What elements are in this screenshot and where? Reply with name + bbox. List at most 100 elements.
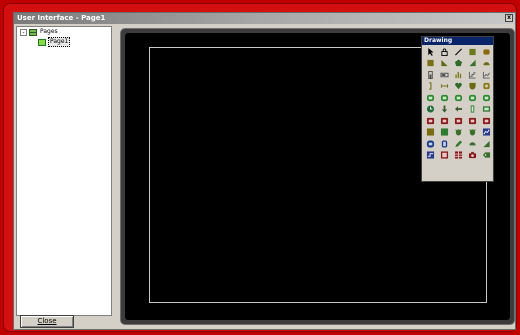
arc-tool[interactable] — [479, 58, 493, 70]
down-arrow-icon — [441, 105, 447, 113]
close-button-label: Close — [37, 317, 57, 325]
rectangle-tool[interactable] — [465, 46, 479, 58]
collapse-icon[interactable]: - — [20, 28, 27, 36]
square-icon — [426, 60, 434, 67]
alarm-tool[interactable] — [437, 150, 451, 162]
button-b-tool[interactable] — [437, 115, 451, 127]
table-tool[interactable] — [451, 150, 465, 162]
tag-icon — [482, 152, 490, 158]
dimension-tool[interactable] — [437, 81, 451, 93]
indicator-d-tool[interactable] — [465, 92, 479, 104]
polygon-tool[interactable] — [451, 58, 465, 70]
pages-icon — [29, 28, 37, 36]
rounded-rectangle-tool[interactable] — [479, 46, 493, 58]
tree-node-page1[interactable]: Page1 — [38, 37, 71, 47]
trend-icon — [426, 151, 434, 159]
page-icon — [38, 38, 46, 46]
camera-tool[interactable] — [465, 150, 479, 162]
gauge-tool[interactable] — [437, 69, 451, 81]
indicator-icon — [426, 94, 434, 101]
block-b-tool[interactable] — [437, 127, 451, 139]
stepped-chart-icon — [468, 71, 476, 79]
tag-tool[interactable] — [479, 150, 493, 162]
bar-chart-icon — [454, 71, 461, 78]
left-arrow-icon — [454, 106, 462, 112]
indicator-b-tool[interactable] — [437, 92, 451, 104]
arrow-pointer-icon — [427, 47, 434, 56]
bug-a-tool[interactable] — [451, 127, 465, 139]
shape-tool[interactable] — [465, 58, 479, 70]
indicator-a-tool[interactable] — [423, 92, 437, 104]
shield-tool[interactable] — [465, 81, 479, 93]
alarm-icon — [440, 151, 448, 159]
bug-b-tool[interactable] — [465, 127, 479, 139]
wedge-tool[interactable] — [479, 138, 493, 150]
indicator-e-tool[interactable] — [479, 92, 493, 104]
panel-tool[interactable] — [479, 104, 493, 116]
line-tool[interactable] — [451, 46, 465, 58]
button-c-tool[interactable] — [451, 115, 465, 127]
tree-node-label: Pages — [40, 28, 58, 35]
button-a-tool[interactable] — [423, 115, 437, 127]
button-icon — [454, 117, 462, 124]
button-icon — [426, 117, 434, 124]
lock-tool[interactable] — [437, 46, 451, 58]
button-icon — [440, 117, 448, 124]
polygon-icon — [454, 59, 462, 67]
pages-tree[interactable]: - Pages Page1 — [16, 26, 112, 316]
table-icon — [454, 151, 462, 159]
arc-icon — [482, 62, 490, 66]
bar-chart-tool[interactable] — [451, 69, 465, 81]
indicator-icon — [454, 94, 462, 101]
button-icon — [468, 117, 476, 124]
close-button[interactable]: Close — [20, 315, 74, 328]
clock-icon — [426, 105, 434, 113]
title-bar[interactable]: User Interface - Page1 x — [14, 13, 515, 24]
block-a-tool[interactable] — [423, 127, 437, 139]
numeric-tool[interactable] — [423, 138, 437, 150]
close-icon[interactable]: x — [505, 14, 513, 22]
wedge-icon — [468, 60, 476, 67]
line-chart-icon — [482, 71, 490, 79]
palette-title[interactable]: Drawing — [422, 37, 493, 45]
line-chart-tool[interactable] — [479, 69, 493, 81]
button-e-tool[interactable] — [479, 115, 493, 127]
edit-tool[interactable] — [451, 138, 465, 150]
half-circle-icon — [468, 141, 476, 146]
gauge-icon — [440, 72, 448, 77]
bug-icon — [468, 129, 476, 136]
graph-icon — [482, 128, 490, 136]
bug-icon — [454, 129, 462, 136]
trend-tool[interactable] — [423, 150, 437, 162]
indicator-c-tool[interactable] — [451, 92, 465, 104]
badge-tool[interactable] — [479, 81, 493, 93]
half-circle-tool[interactable] — [465, 138, 479, 150]
button-d-tool[interactable] — [465, 115, 479, 127]
shield-icon — [468, 83, 476, 90]
pointer-tool[interactable] — [423, 46, 437, 58]
indicator-icon — [440, 94, 448, 101]
indicator-icon — [468, 94, 476, 101]
lock-icon — [440, 48, 448, 56]
line-icon — [454, 48, 462, 56]
drawing-palette[interactable]: Drawing — [421, 36, 494, 182]
triangle-icon — [440, 60, 448, 67]
camera-icon — [468, 152, 476, 159]
column-icon — [470, 105, 474, 113]
bracket-icon — [428, 82, 431, 90]
down-arrow-tool[interactable] — [437, 104, 451, 116]
pencil-icon — [454, 140, 462, 147]
stepped-chart-tool[interactable] — [465, 69, 479, 81]
bracket-tool[interactable] — [423, 81, 437, 93]
clock-tool[interactable] — [423, 104, 437, 116]
column-tool[interactable] — [465, 104, 479, 116]
square-tool[interactable] — [423, 58, 437, 70]
graph-tool[interactable] — [479, 127, 493, 139]
digit-tool[interactable] — [437, 138, 451, 150]
triangle-tool[interactable] — [437, 58, 451, 70]
tree-node-pages[interactable]: - Pages — [20, 28, 59, 36]
left-arrow-tool[interactable] — [451, 104, 465, 116]
heart-tool[interactable] — [451, 81, 465, 93]
dimension-icon — [440, 84, 448, 89]
meter-tool[interactable] — [423, 69, 437, 81]
